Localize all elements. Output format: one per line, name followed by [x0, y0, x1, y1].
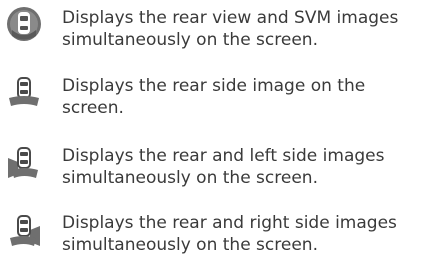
mode-description: Displays the rear side image on the scre…: [62, 75, 434, 119]
description-line-1: Displays the rear view and SVM images: [62, 8, 399, 28]
description-line-1: Displays the rear and right side images: [62, 213, 397, 233]
description-line-1: Displays the rear side image on the: [62, 76, 366, 96]
mode-description: Displays the rear and left side images s…: [62, 145, 434, 189]
description-line-2: simultaneously on the screen.: [62, 30, 318, 50]
rear-svm-view-icon[interactable]: [6, 6, 42, 42]
description-line-1: Displays the rear and left side images: [62, 146, 385, 166]
mode-description: Displays the rear and right side images …: [62, 212, 434, 256]
rear-side-view-icon[interactable]: [6, 74, 42, 110]
rear-right-side-view-icon[interactable]: [6, 212, 42, 248]
rear-left-side-view-icon[interactable]: [6, 144, 42, 180]
description-line-2: simultaneously on the screen.: [62, 168, 318, 188]
description-line-2: screen.: [62, 98, 124, 118]
mode-description: Displays the rear view and SVM images si…: [62, 7, 434, 51]
description-line-2: simultaneously on the screen.: [62, 235, 318, 255]
